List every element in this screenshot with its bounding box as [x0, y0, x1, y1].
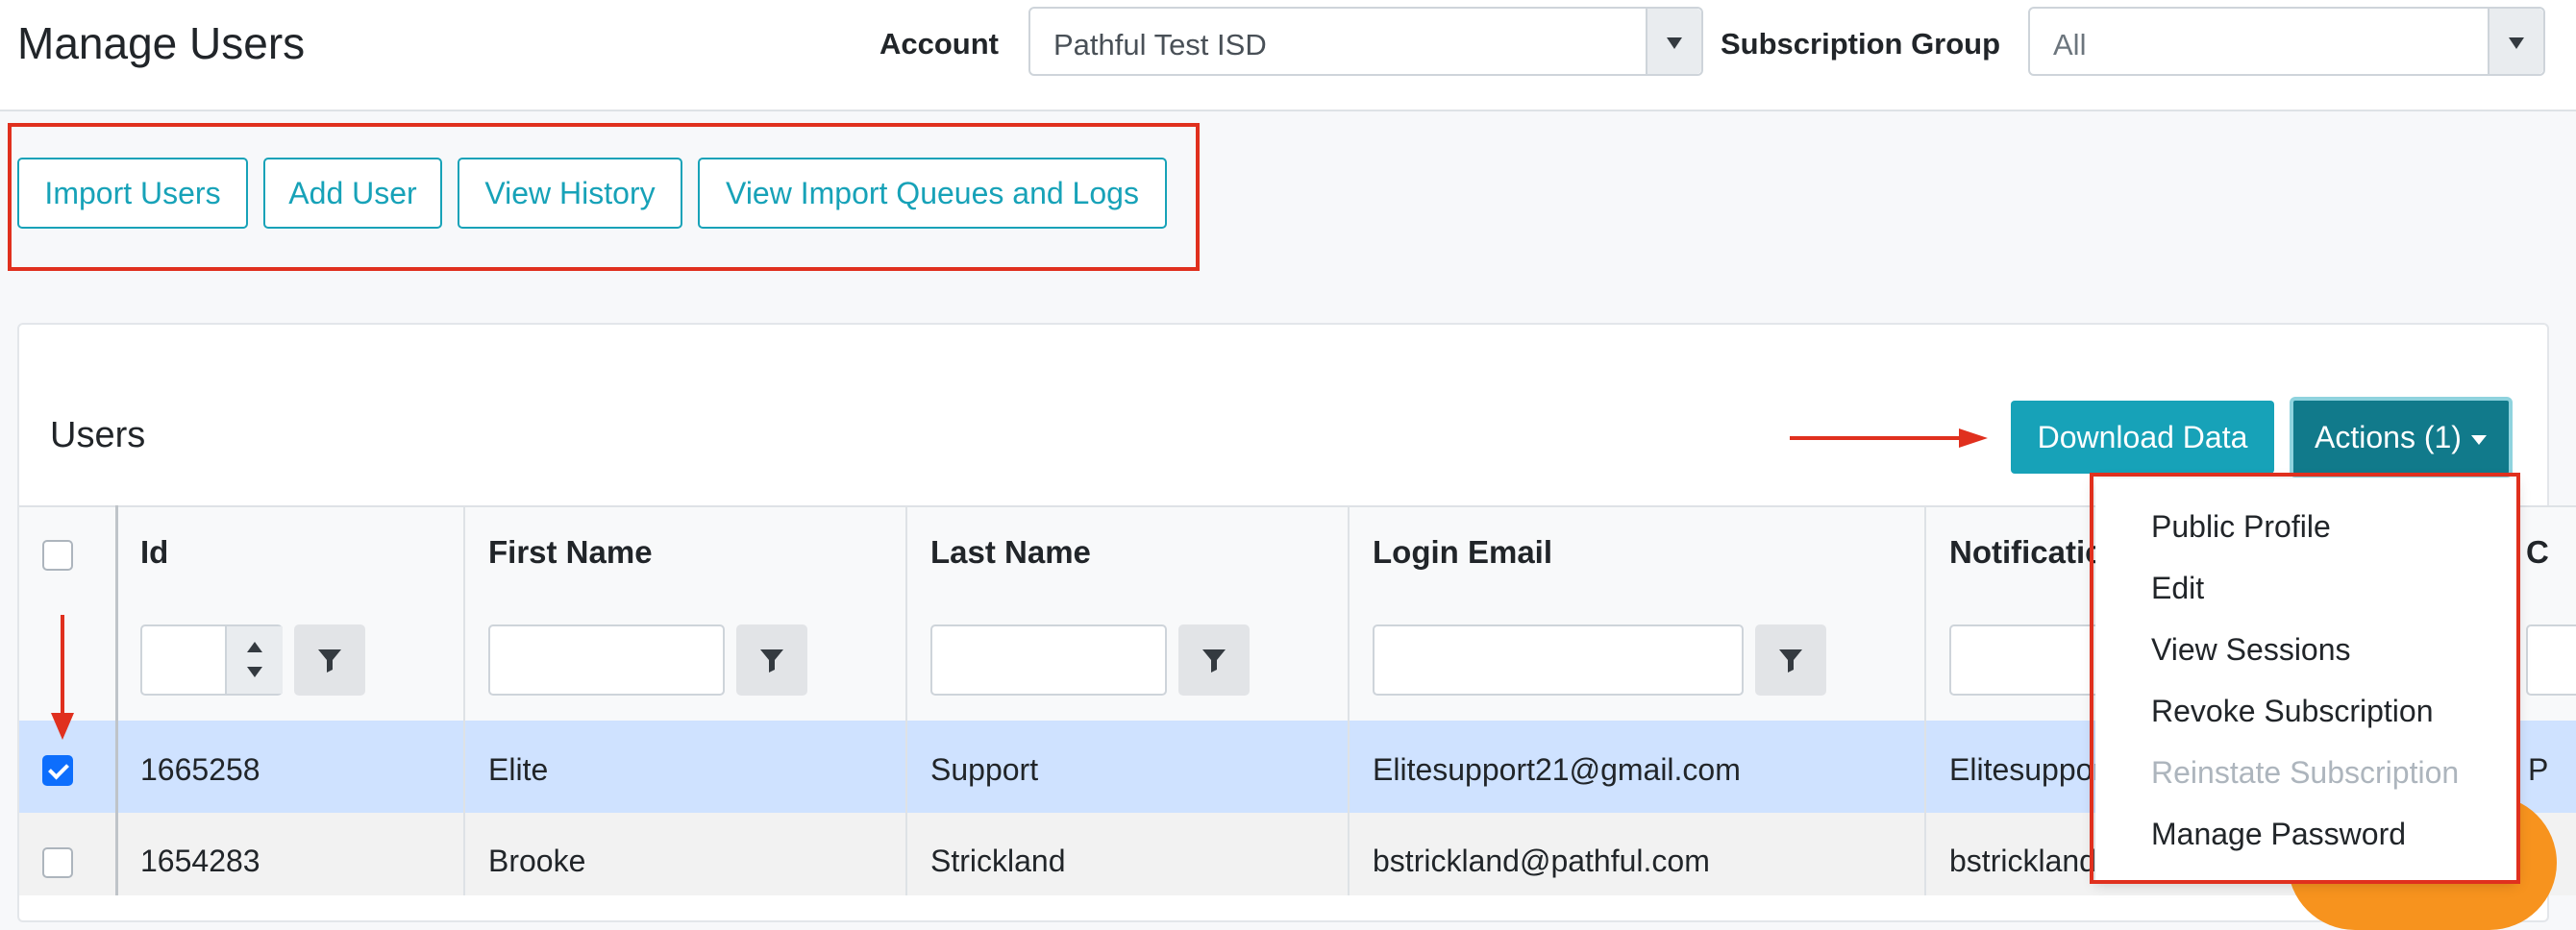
- column-header-last-name[interactable]: Last Name: [930, 534, 1091, 571]
- account-select-value: Pathful Test ISD: [1053, 28, 1267, 61]
- toolbar-highlight-box: [8, 123, 1200, 271]
- cell-id: 1665258: [140, 752, 260, 787]
- arrow-right-annotation-icon: [1790, 428, 1988, 448]
- column-header-login-email[interactable]: Login Email: [1373, 534, 1552, 571]
- filter-icon: [1779, 649, 1802, 673]
- column-header-id[interactable]: Id: [140, 534, 168, 571]
- column-divider: [1924, 505, 1926, 895]
- page-header: Manage Users Account Pathful Test ISD Su…: [0, 0, 2576, 111]
- arrow-down-annotation-icon: [51, 615, 74, 740]
- subscription-group-select[interactable]: All: [2028, 7, 2545, 76]
- first-name-filter-button[interactable]: [736, 624, 807, 696]
- column-divider: [115, 505, 118, 895]
- cell-first-name: Elite: [488, 752, 549, 787]
- chevron-down-icon[interactable]: [2488, 9, 2543, 74]
- cell-notification: Elitesuppor: [1949, 752, 2104, 787]
- cell-login-email: bstrickland@pathful.com: [1373, 844, 1710, 878]
- caret-down-icon: [2470, 434, 2487, 445]
- row-checkbox[interactable]: [42, 755, 73, 786]
- column-header-partial[interactable]: C: [2526, 534, 2549, 571]
- login-email-filter-button[interactable]: [1755, 624, 1826, 696]
- page-title: Manage Users: [17, 18, 306, 68]
- column-divider: [905, 505, 907, 895]
- select-all-checkbox[interactable]: [42, 540, 73, 571]
- chevron-down-icon[interactable]: [1646, 9, 1701, 74]
- filter-icon: [1202, 649, 1226, 673]
- stepper-up-icon[interactable]: [247, 642, 262, 652]
- cell-first-name: Brooke: [488, 844, 586, 878]
- cell-notification: bstrickland: [1949, 844, 2096, 878]
- id-filter-button[interactable]: [294, 624, 365, 696]
- id-filter-stepper[interactable]: [225, 626, 283, 694]
- account-select[interactable]: Pathful Test ISD: [1028, 7, 1703, 76]
- actions-dropdown-button[interactable]: Actions (1): [2290, 397, 2513, 477]
- column-divider: [1348, 505, 1350, 895]
- cell-id: 1654283: [140, 844, 260, 878]
- first-name-filter-input[interactable]: [488, 624, 725, 696]
- actions-button-label: Actions (1): [2315, 420, 2462, 454]
- cell-last-name: Strickland: [930, 844, 1066, 878]
- subscription-group-label: Subscription Group: [1721, 27, 2001, 61]
- partial-filter-input[interactable]: [2526, 624, 2576, 696]
- menu-highlight-box: [2090, 473, 2520, 884]
- account-label: Account: [879, 27, 999, 61]
- filter-icon: [760, 649, 783, 673]
- column-divider: [463, 505, 465, 895]
- users-card-title: Users: [50, 415, 146, 455]
- row-checkbox[interactable]: [42, 847, 73, 878]
- cell-last-name: Support: [930, 752, 1039, 787]
- column-header-notification[interactable]: Notificatio: [1949, 534, 2104, 571]
- stepper-down-icon[interactable]: [247, 667, 262, 677]
- cell-login-email: Elitesupport21@gmail.com: [1373, 752, 1741, 787]
- login-email-filter-input[interactable]: [1373, 624, 1744, 696]
- last-name-filter-button[interactable]: [1178, 624, 1250, 696]
- column-header-first-name[interactable]: First Name: [488, 534, 653, 571]
- filter-icon: [318, 649, 341, 673]
- download-data-button[interactable]: Download Data: [2011, 401, 2274, 474]
- subscription-group-value: All: [2053, 28, 2087, 61]
- last-name-filter-input[interactable]: [930, 624, 1167, 696]
- cell-partial: P: [2528, 752, 2549, 787]
